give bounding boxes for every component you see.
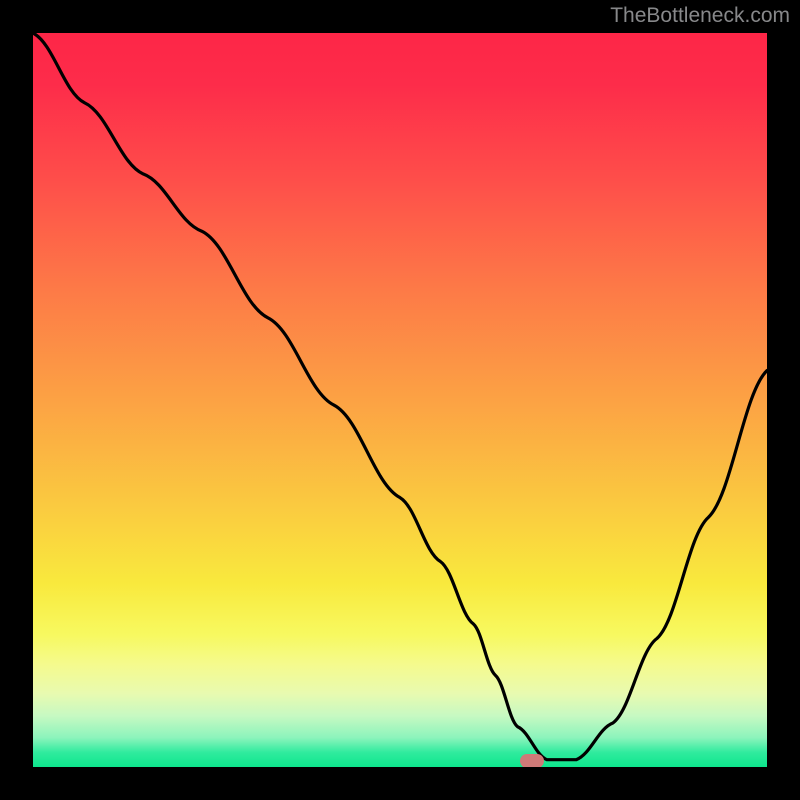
figure-frame: TheBottleneck.com xyxy=(0,0,800,800)
watermark-text: TheBottleneck.com xyxy=(610,4,790,28)
plot-area xyxy=(33,33,767,767)
bottleneck-curve xyxy=(33,33,767,767)
optimal-marker xyxy=(520,754,544,767)
curve-path xyxy=(33,33,767,760)
